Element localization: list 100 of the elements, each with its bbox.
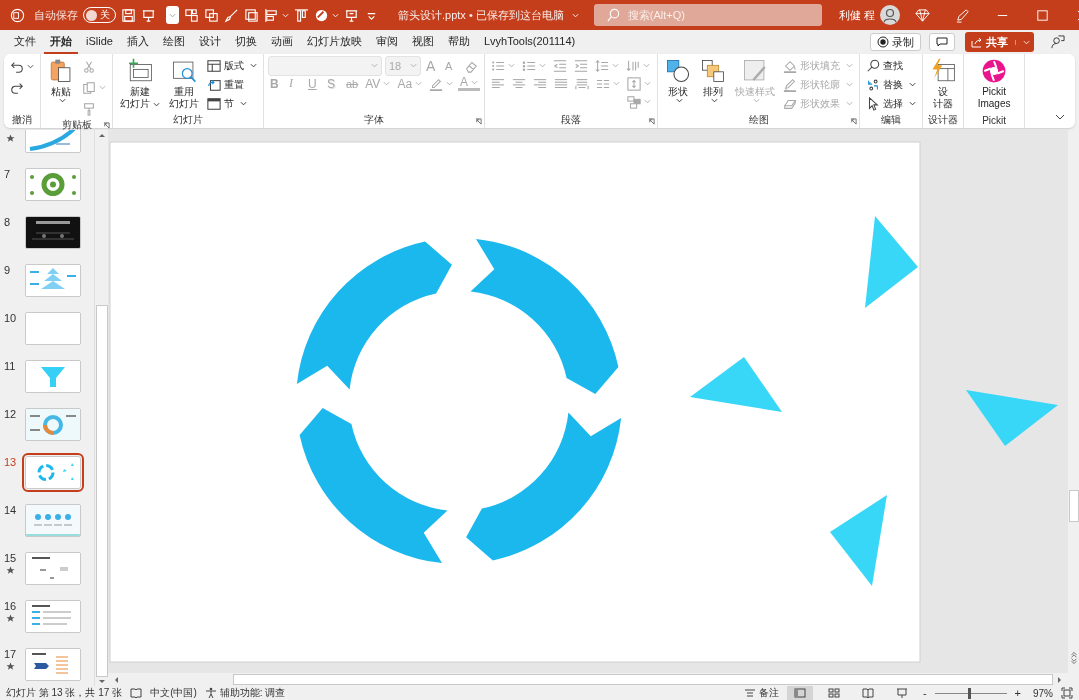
caret-icon <box>99 85 106 90</box>
clipboard-icon <box>48 58 74 84</box>
page-arrows-icon[interactable] <box>1069 651 1078 665</box>
caret-icon <box>471 79 479 85</box>
align-top-icon[interactable] <box>294 7 309 23</box>
ribbon-tab[interactable]: 切换 <box>228 30 263 54</box>
distribute-icon <box>575 76 590 91</box>
scroll-thumb[interactable] <box>95 305 108 677</box>
paste-button[interactable]: 粘贴 <box>45 57 77 104</box>
dialog-launcher-icon[interactable] <box>103 122 110 129</box>
layout-button[interactable]: 版式 <box>205 57 259 74</box>
share-icon <box>971 36 983 48</box>
avatar-icon[interactable] <box>879 5 900 25</box>
caret-icon <box>753 98 761 103</box>
book-check-icon[interactable] <box>130 687 143 699</box>
search-field[interactable]: 搜索(Alt+Q) <box>593 4 822 26</box>
arrange-button[interactable]: 排列 <box>697 57 730 104</box>
notes-button[interactable]: 备注 <box>743 686 779 700</box>
ribbon-tab[interactable]: 绘图 <box>156 30 191 54</box>
scrollbar[interactable] <box>94 130 108 686</box>
ribbon-tab[interactable]: LvyhTools(201114) <box>477 32 582 52</box>
reading-view-icon <box>861 687 874 699</box>
caret-icon <box>371 63 378 68</box>
select-button[interactable]: 选择 <box>864 95 919 112</box>
ribbon-tab[interactable]: iSlide <box>80 32 119 52</box>
caret-icon <box>613 81 621 86</box>
pen-icon[interactable] <box>954 7 970 23</box>
caret-icon <box>846 101 854 106</box>
caret-icon <box>332 12 339 18</box>
reset-button[interactable]: 重置 <box>205 76 259 93</box>
user-name[interactable]: 利健 程 <box>838 7 875 23</box>
dialog-launcher-icon[interactable] <box>648 118 656 125</box>
scroll-thumb[interactable] <box>233 674 1053 685</box>
designer-button[interactable]: 设 计器 <box>927 57 960 111</box>
overlap-icon[interactable] <box>204 7 219 23</box>
document-title[interactable]: 箭头设计.pptx • 已保存到这台电脑 <box>398 7 564 23</box>
quick-access-combo[interactable] <box>166 6 179 24</box>
slide-thumbnail[interactable] <box>25 600 81 633</box>
slide-thumbnail[interactable] <box>25 648 81 681</box>
group-label: 剪贴板 <box>61 118 92 132</box>
shapes-button[interactable]: 形状 <box>662 57 695 104</box>
shape-icon[interactable] <box>314 7 329 23</box>
layout-icon <box>207 58 221 73</box>
slide-thumbnail[interactable] <box>25 360 81 393</box>
caret-icon <box>1023 39 1030 45</box>
record-button[interactable]: 录制 <box>870 33 921 51</box>
collapse-ribbon-icon[interactable] <box>1055 114 1065 120</box>
maximize-icon[interactable] <box>1034 7 1050 23</box>
share-button[interactable]: 共享 <box>965 32 1034 52</box>
ribbon-tab[interactable]: 幻灯片放映 <box>300 30 368 54</box>
presentation-icon[interactable] <box>141 7 156 23</box>
accessibility-status[interactable]: 辅助功能: 调查 <box>219 686 286 700</box>
align-objects-icon[interactable] <box>264 7 279 23</box>
ribbon-tab[interactable]: 帮助 <box>441 30 476 54</box>
pickit-button[interactable]: Pickit Images <box>968 57 1021 111</box>
ribbon-tab[interactable]: 文件 <box>8 30 42 54</box>
brush-icon <box>82 101 96 116</box>
dialog-launcher-icon[interactable] <box>850 118 858 125</box>
group-label: 字体 <box>364 113 385 127</box>
find-button[interactable]: 查找 <box>864 57 919 74</box>
section-button[interactable]: 节 <box>205 95 259 112</box>
squares-icon[interactable] <box>184 7 199 23</box>
slide-thumbnail[interactable] <box>25 504 81 537</box>
accessibility-icon[interactable] <box>204 687 217 699</box>
slide-thumbnail[interactable] <box>25 408 81 441</box>
slide-sorter-icon <box>827 687 840 699</box>
view-button[interactable] <box>786 686 813 700</box>
diamond-icon[interactable] <box>914 7 930 23</box>
zoom-out-button[interactable]: - <box>922 687 927 699</box>
slider-thumb[interactable] <box>968 687 972 699</box>
ribbon-tab[interactable]: 插入 <box>120 30 155 54</box>
ribbon-tab[interactable]: 动画 <box>264 30 299 54</box>
new-slide-button[interactable]: 新建 幻灯片 <box>117 57 163 111</box>
caret-icon <box>59 98 66 103</box>
reuse-slide-button[interactable]: 重用 幻灯片 <box>166 57 202 111</box>
dialog-launcher-icon[interactable] <box>475 118 483 125</box>
brush-icon[interactable] <box>224 7 239 23</box>
slide-thumbnail[interactable] <box>25 264 81 297</box>
slide-thumbnail[interactable] <box>25 312 81 345</box>
fit-slide-icon[interactable] <box>1061 687 1073 699</box>
zoom-in-button[interactable]: + <box>1014 687 1021 699</box>
ribbon-tab[interactable]: 审阅 <box>369 30 404 54</box>
group-label: 幻灯片 <box>173 113 203 127</box>
app-logo-icon[interactable] <box>10 7 25 23</box>
slide-thumbnail[interactable] <box>25 456 81 489</box>
caret-icon <box>410 63 417 68</box>
ribbon-tab[interactable]: 设计 <box>192 30 227 54</box>
scroll-thumb[interactable] <box>1068 490 1079 522</box>
replace-button[interactable]: 替换 <box>864 76 919 93</box>
slide-thumbnail[interactable] <box>25 168 81 201</box>
save-icon[interactable] <box>121 7 136 23</box>
slide-thumbnail[interactable] <box>25 216 81 249</box>
ribbon-tab[interactable]: 视图 <box>405 30 440 54</box>
easel-icon[interactable] <box>344 7 359 23</box>
layers-icon[interactable] <box>244 7 259 23</box>
comment-button[interactable] <box>929 33 955 51</box>
language-status[interactable]: 中文(中国) <box>150 686 197 700</box>
zoom-level[interactable]: 97% <box>1033 687 1053 699</box>
coauthoring-icon[interactable] <box>1050 34 1065 50</box>
slide-thumbnail[interactable] <box>25 552 81 585</box>
